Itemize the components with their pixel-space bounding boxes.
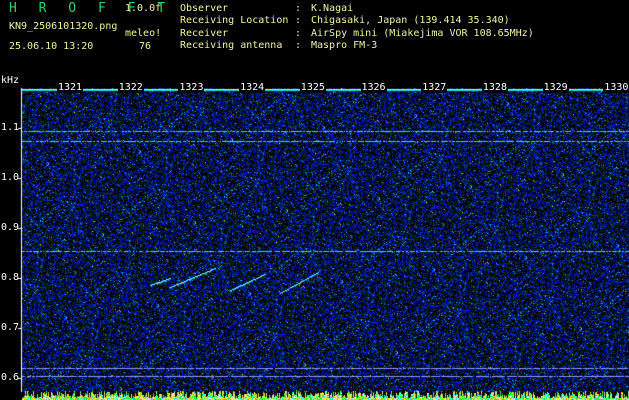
- info-label: Receiving antenna: [180, 39, 283, 51]
- x-tick-label: 1327: [421, 82, 448, 93]
- x-tick-label: 1330: [603, 82, 629, 93]
- info-row-observer: Observer: K.Nagai: [180, 3, 354, 14]
- y-tick-label: 1.0: [1, 172, 20, 183]
- info-value: AirSpy mini (Miakejima VOR 108.65MHz): [311, 27, 534, 39]
- datetime-label: 25.06.10 13:20: [9, 41, 94, 52]
- info-value: Chigasaki, Japan (139.414 35.340): [311, 15, 510, 27]
- x-tick-label: 1324: [239, 82, 266, 93]
- y-tick-label: 1.1: [1, 122, 20, 133]
- info-label: Receiving Location: [180, 15, 289, 27]
- version-label: 1.0.0f: [125, 3, 162, 14]
- info-value: Maspro FM-3: [311, 39, 378, 51]
- meleor-label: meleo!: [125, 28, 162, 39]
- info-label: Receiver: [180, 27, 229, 39]
- y-tick-label: 0.6: [1, 372, 20, 383]
- x-tick-label: 1325: [299, 82, 326, 93]
- info-value: K.Nagai: [311, 3, 354, 14]
- info-row-location: Receiving Location: Chigasaki, Japan (13…: [180, 15, 510, 27]
- header-panel: H R O F F T 1.0.0f KN9_2506101320.png me…: [0, 0, 629, 87]
- info-row-receiver: Receiver: AirSpy mini (Miakejima VOR 108…: [180, 27, 534, 39]
- y-axis-unit: kHz: [1, 75, 20, 86]
- x-tick-label: 1323: [178, 82, 205, 93]
- x-tick-label: 1321: [57, 82, 84, 93]
- x-tick-label: 1326: [360, 82, 387, 93]
- info-label: Observer: [180, 3, 229, 14]
- y-tick-label: 0.9: [1, 222, 20, 233]
- x-tick-label: 1329: [542, 82, 569, 93]
- x-tick-label: 1322: [117, 82, 144, 93]
- y-tick-label: 0.8: [1, 272, 20, 283]
- x-tick-label: 1328: [481, 82, 508, 93]
- y-tick-label: 0.7: [1, 322, 20, 333]
- info-row-antenna: Receiving antenna: Maspro FM-3: [180, 39, 378, 51]
- observation-info: Observer: K.Nagai Receiving Location: Ch…: [180, 3, 534, 52]
- filename-label: KN9_2506101320.png: [9, 21, 118, 32]
- count-value: 76: [139, 41, 152, 52]
